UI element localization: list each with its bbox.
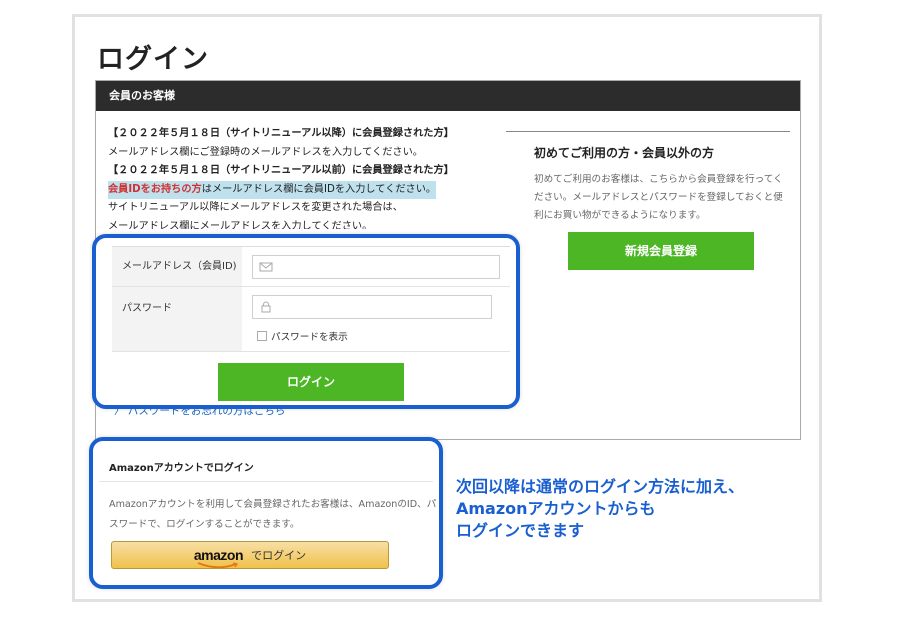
email-row: メールアドレス（会員ID): [112, 247, 510, 287]
members-section-header: 会員のお客様: [96, 81, 800, 111]
notice-line-2: メールアドレス欄にご登録時のメールアドレスを入力してください。: [108, 146, 423, 158]
amazon-login-suffix: でログイン: [251, 549, 307, 562]
mail-icon: [259, 262, 273, 272]
email-field[interactable]: [252, 255, 500, 279]
password-row: パスワード パスワードを表示: [112, 287, 510, 352]
notice-line-5: サイトリニューアル以降にメールアドレスを変更された場合は、: [108, 202, 403, 213]
lock-icon: [261, 301, 271, 313]
notice-line-4: 会員IDをお持ちの方はメールアドレス欄に会員IDを入力してください。: [108, 180, 437, 199]
notice-line-6: メールアドレス欄にメールアドレスを入力してください。: [108, 220, 373, 230]
amazon-login-description: Amazonアカウントを利用して会員登録されたお客様は、AmazonのID、パス…: [109, 499, 437, 530]
amazon-logo-text: amazon: [193, 547, 244, 563]
callout-line-3: ログインできます: [456, 521, 585, 540]
amazon-login-button[interactable]: amazon でログイン: [111, 541, 389, 569]
guest-description: 初めてご利用のお客様は、こちらから会員登録を行ってください。メールアドレスとパス…: [534, 174, 783, 221]
login-form-highlight: メールアドレス（会員ID) パスワード パスワードを表示 ログイン: [92, 234, 520, 409]
notice-line-1: 【２０２２年５月１８日（サイトリニューアル以降）に会員登録された方】: [108, 128, 454, 139]
member-notice: 【２０２２年５月１８日（サイトリニューアル以降）に会員登録された方】 メールアド…: [108, 125, 468, 229]
guest-section: 初めてご利用の方・会員以外の方 初めてご利用のお客様は、こちらから会員登録を行っ…: [506, 131, 790, 270]
divider: [99, 481, 433, 482]
password-label: パスワード: [112, 287, 242, 351]
callout-line-2: Amazonアカウントからも: [456, 499, 656, 518]
guest-title: 初めてご利用の方・会員以外の方: [534, 146, 715, 160]
login-form: メールアドレス（会員ID) パスワード パスワードを表示: [112, 246, 510, 352]
amazon-smile-icon: [197, 562, 239, 569]
amazon-login-title: Amazonアカウントでログイン: [109, 463, 254, 474]
page-title: ログイン: [97, 44, 209, 75]
callout-annotation: 次回以降は通常のログイン方法に加え、 Amazonアカウントからも ログインでき…: [456, 476, 744, 542]
amazon-logo: amazon: [193, 547, 244, 569]
notice-line-4-rest: はメールアドレス欄に会員IDを入力してください。: [201, 183, 437, 195]
callout-line-1: 次回以降は通常のログイン方法に加え、: [456, 477, 745, 496]
show-password-option[interactable]: パスワードを表示: [257, 329, 348, 343]
login-button[interactable]: ログイン: [218, 363, 404, 401]
show-password-label: パスワードを表示: [271, 332, 348, 343]
email-label: メールアドレス（会員ID): [112, 247, 242, 286]
amazon-login-highlight: Amazonアカウントでログイン Amazonアカウントを利用して会員登録された…: [89, 437, 443, 589]
notice-line-3: 【２０２２年５月１８日（サイトリニューアル以前）に会員登録された方】: [108, 165, 454, 176]
register-button[interactable]: 新規会員登録: [568, 232, 754, 270]
notice-highlight-red: 会員IDをお持ちの方: [108, 183, 202, 195]
show-password-checkbox[interactable]: [257, 331, 267, 341]
password-field[interactable]: [252, 295, 492, 319]
